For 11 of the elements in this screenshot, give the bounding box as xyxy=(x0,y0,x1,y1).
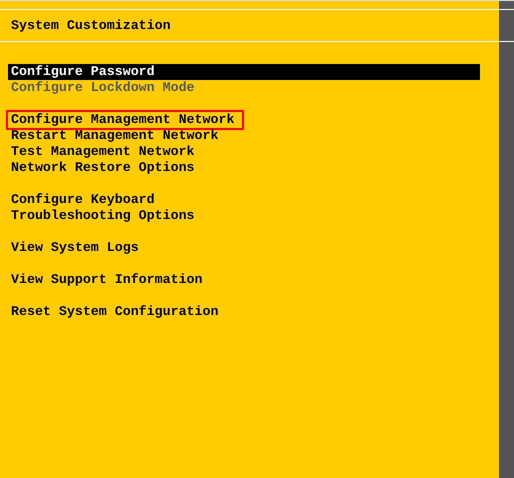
menu-item[interactable]: Configure Password xyxy=(8,64,480,80)
screen-title: System Customization xyxy=(11,18,171,33)
menu-item[interactable]: View System Logs xyxy=(8,240,142,256)
menu-item[interactable]: Configure Management Network xyxy=(6,110,244,130)
menu-item[interactable]: Troubleshooting Options xyxy=(8,208,198,224)
menu-item[interactable]: Network Restore Options xyxy=(8,160,198,176)
menu-item[interactable]: Restart Management Network xyxy=(8,128,222,144)
menu-item[interactable]: Test Management Network xyxy=(8,144,198,160)
menu-item[interactable]: Reset System Configuration xyxy=(8,304,222,320)
menu-item[interactable]: Configure Keyboard xyxy=(8,192,158,208)
menu-item[interactable]: View Support Information xyxy=(8,272,206,288)
